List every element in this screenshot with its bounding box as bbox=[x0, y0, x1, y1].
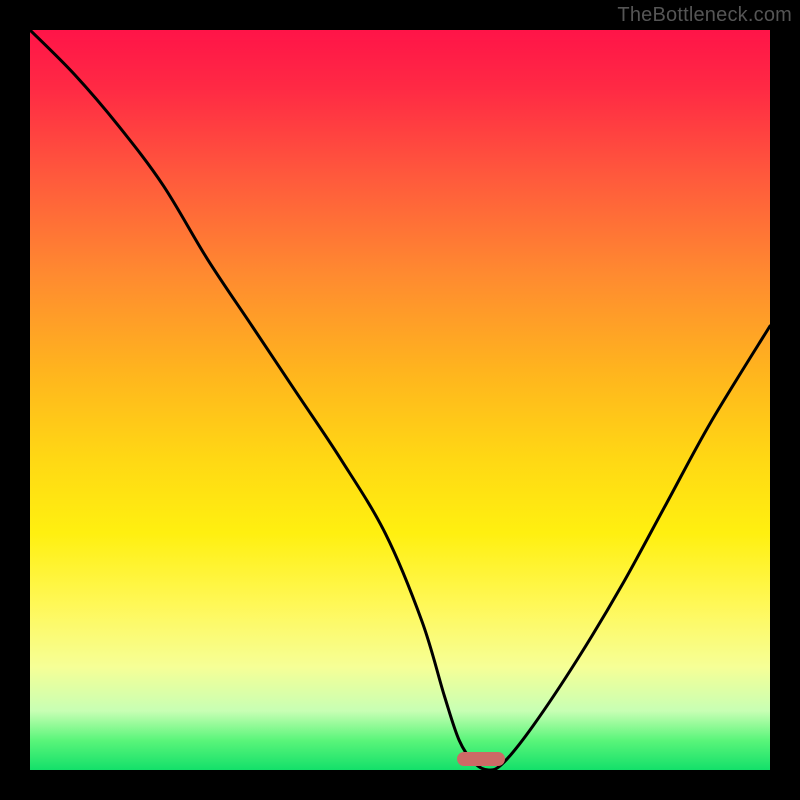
chart-frame: TheBottleneck.com bbox=[0, 0, 800, 800]
plot-area bbox=[30, 30, 770, 770]
bottleneck-curve bbox=[30, 30, 770, 770]
watermark-text: TheBottleneck.com bbox=[617, 4, 792, 27]
optimal-marker bbox=[457, 752, 505, 766]
curve-path bbox=[30, 30, 770, 770]
